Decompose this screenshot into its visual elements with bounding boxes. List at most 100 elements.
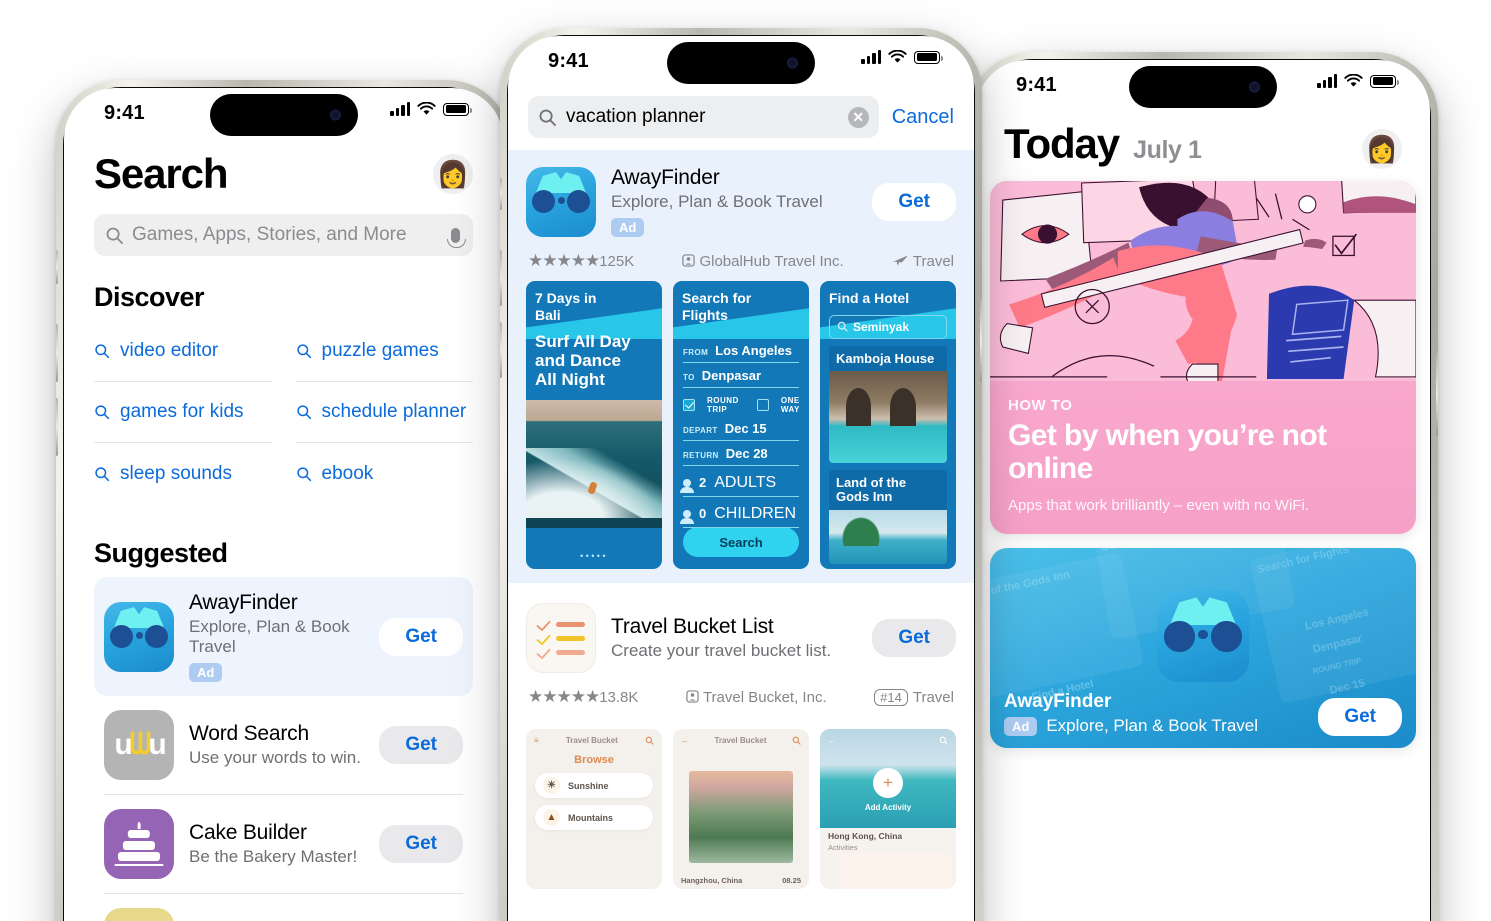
cancel-button[interactable]: Cancel [892,106,954,129]
get-button[interactable]: Get [1318,698,1402,736]
mute-switch[interactable] [56,250,58,284]
power-button[interactable] [980,300,982,382]
volume-up-button[interactable] [56,324,58,382]
screenshot-headline: Surf All Day and Dance All Night [535,331,631,390]
back-arrow-icon[interactable]: ← [681,736,689,745]
feature-card-how-to[interactable]: HOW TO Get by when you’re not online App… [990,181,1416,534]
search-icon[interactable] [645,736,654,745]
power-button[interactable] [1436,352,1438,436]
awayfinder-binocular-icon [1157,590,1249,682]
field-children[interactable]: 0 CHILDREN [680,501,799,528]
discover-term[interactable]: sleep sounds [94,443,272,504]
search-icon [95,344,110,359]
field-adults[interactable]: 2 ADULTS [680,470,799,497]
microphone-icon[interactable] [447,227,466,248]
hotel-name: Land of the Gods Inn [836,475,907,505]
checklist-line [536,630,585,646]
screenshot-browse[interactable]: ≡ Travel Bucket Browse ☀ Sunshine ▲ Moun… [526,729,662,889]
field-value: Dec 28 [725,445,768,461]
app-subtitle: Create your travel bucket list. [611,641,832,660]
hotel-name: Kamboja House [836,350,935,366]
ad-card-awayfinder[interactable]: Land of the Gods Inn Surf All Day and Da… [990,548,1416,748]
awayfinder-binocular-icon [526,166,596,237]
trip-type-options[interactable]: ROUND TRIP ONE WAY [683,396,799,414]
screenshot-hangzhou[interactable]: ← Travel Bucket Hangzhou, China 08.25 [673,729,809,889]
app-meta: AwayFinder Explore, Plan & Book Travel A… [611,166,857,237]
search-button[interactable]: Search [683,527,799,557]
get-button[interactable]: Get [872,619,956,657]
field-from[interactable]: FROM Los Angeles [683,338,799,363]
chip-sunshine[interactable]: ☀ Sunshine [535,773,653,798]
adults-label: ADULTS [714,473,777,491]
app-meta: AwayFinder Explore, Plan & Book Travel A… [189,591,364,682]
screenshot-carousel-2[interactable]: ≡ Travel Bucket Browse ☀ Sunshine ▲ Moun… [526,729,956,889]
get-button[interactable]: Get [872,182,956,221]
hotel-search-field[interactable]: Seminyak [829,314,947,339]
cake-builder-icon [104,809,174,879]
checkbox-round-trip[interactable] [683,398,695,411]
screenshot-hongkong[interactable]: ← + Add Activity Hong Kong, China Activi… [820,729,956,889]
back-arrow-icon[interactable]: ← [828,736,836,745]
category-name: Travel [912,252,954,270]
app-row-word-search[interactable]: uᗯu Word Search Use your words to win. G… [104,696,463,795]
discover-term[interactable]: ebook [296,443,474,504]
volume-up-button[interactable] [500,250,502,306]
person-icon [680,509,694,524]
app-meta-row: ★★★★★125K GlobalHub Travel Inc. Travel [526,247,956,281]
developer-group: Travel Bucket, Inc. [686,689,827,706]
mute-switch[interactable] [500,178,502,210]
screenshot-flights[interactable]: Search for Flights FROM Los Angeles TO D… [673,281,809,569]
get-button[interactable]: Get [379,726,463,764]
chip-mountains[interactable]: ▲ Mountains [535,805,653,830]
search-icon[interactable] [792,736,801,745]
search-input[interactable]: vacation planner ✕ [528,96,879,138]
hotel-photo [829,371,947,464]
app-row-awayfinder[interactable]: AwayFinder Explore, Plan & Book Travel A… [94,577,473,696]
search-input[interactable]: Games, Apps, Stories, and More [94,214,473,256]
memoji-avatar[interactable]: 👩 [1362,129,1402,169]
checkbox-one-way[interactable] [756,398,769,411]
volume-down-button[interactable] [500,322,502,378]
search-icon[interactable] [939,736,948,745]
hotel-card-1[interactable]: Kamboja House [829,345,947,464]
get-button[interactable]: Get [379,825,463,863]
status-bar: 9:41 [508,36,974,92]
menu-icon[interactable]: ≡ [534,736,539,745]
discover-term[interactable]: schedule planner [295,382,473,443]
screenshot-body: Seminyak Kamboja House Land of the Gods … [820,314,956,564]
app-row-awayfinder[interactable]: AwayFinder Explore, Plan & Book Travel A… [526,160,956,247]
page-title: Today [1004,120,1120,167]
hotel-card-2[interactable]: Land of the Gods Inn [829,470,947,564]
discover-term[interactable]: games for kids [94,382,272,443]
app-row-cake-builder[interactable]: Cake Builder Be the Bakery Master! Get [104,795,463,894]
place-name: Hong Kong, China [828,831,903,842]
volume-down-button[interactable] [56,398,58,456]
ad-result-block: AwayFinder Explore, Plan & Book Travel A… [508,150,974,583]
developer-name: GlobalHub Travel Inc. [699,252,844,270]
app-subtitle: Explore, Plan & Book Travel [189,617,350,656]
field-depart[interactable]: DEPART Dec 15 [683,416,799,441]
clear-circle-icon[interactable]: ✕ [847,106,869,128]
add-activity-button[interactable]: + [873,768,903,799]
mountain-icon: ▲ [543,809,560,826]
search-icon [296,344,311,359]
discover-term[interactable]: video editor [94,321,272,382]
screenshot-carousel[interactable]: 7 Days in Bali Surf All Day and Dance Al… [526,281,956,569]
place-subhead: Activities [828,843,858,853]
app-row-partial[interactable] [104,894,463,921]
screenshot-toolbar: ← [820,729,956,745]
field-value: Denpasar [701,367,762,383]
screenshot-bali[interactable]: 7 Days in Bali Surf All Day and Dance Al… [526,281,662,569]
search-icon [95,466,110,481]
app-row-travel-bucket-list[interactable]: Travel Bucket List Create your travel bu… [526,597,956,683]
discover-term-label: games for kids [120,401,244,422]
get-button[interactable]: Get [379,617,463,656]
developer-group: GlobalHub Travel Inc. [682,252,844,270]
wifi-icon [1344,74,1363,87]
field-to[interactable]: TO Denpasar [683,363,799,388]
memoji-avatar[interactable]: 👩 [433,154,473,194]
field-return[interactable]: RETURN Dec 28 [683,441,799,466]
discover-term[interactable]: puzzle games [295,321,473,382]
search-icon [95,405,110,420]
screenshot-hotel[interactable]: Find a Hotel Seminyak Kamboja House Land… [820,281,956,569]
